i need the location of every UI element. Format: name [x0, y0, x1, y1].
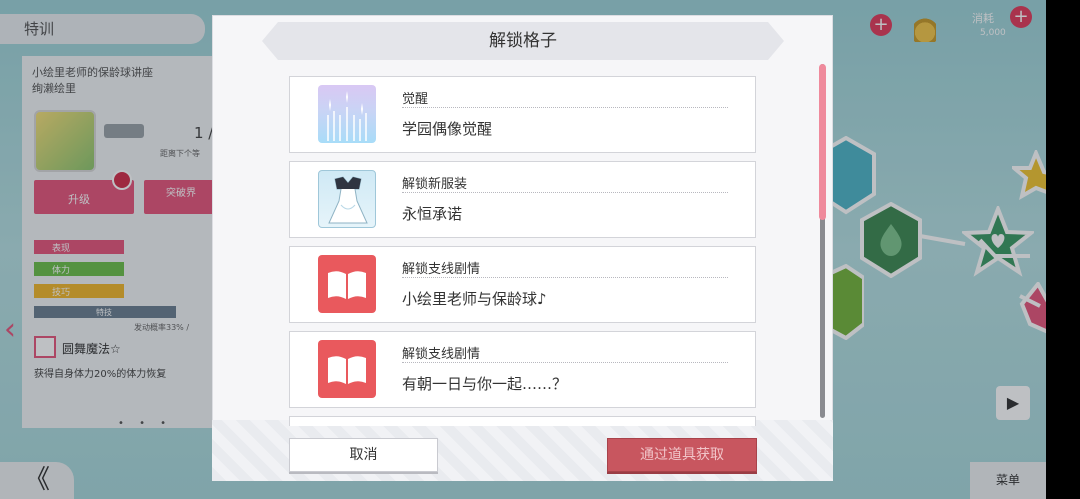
unlock-type: 解锁新服装	[402, 177, 468, 192]
scrollbar-thumb[interactable]	[819, 64, 826, 220]
unlock-name: 永恒承诺	[402, 205, 463, 223]
unlock-item: 解锁新服装 永恒承诺	[289, 161, 756, 238]
costume-dress-icon	[318, 170, 376, 228]
cancel-button[interactable]: 取消	[289, 438, 438, 472]
story-book-icon	[318, 340, 376, 398]
dialog-title: 解锁格子	[489, 31, 557, 51]
divider	[402, 362, 728, 363]
obtain-with-item-button[interactable]: 通过道具获取	[607, 438, 757, 472]
unlock-type: 解锁支线剧情	[402, 347, 481, 362]
unlock-type: 解锁支线剧情	[402, 262, 481, 277]
screen-edge	[1046, 0, 1080, 499]
unlock-type: 觉醒	[402, 92, 429, 107]
unlock-name: 学园偶像觉醒	[402, 120, 493, 138]
divider	[402, 277, 728, 278]
divider	[402, 192, 728, 193]
unlock-item: 解锁支线剧情 有朝一日与你一起……？	[289, 331, 756, 408]
unlock-name: 有朝一日与你一起……？	[402, 375, 568, 393]
divider	[402, 107, 728, 108]
unlock-item-partial	[289, 416, 756, 426]
awaken-sparkle-icon	[318, 85, 376, 143]
unlock-item: 觉醒 学园偶像觉醒	[289, 76, 756, 153]
unlock-item: 解锁支线剧情 小绘里老师与保龄球♪	[289, 246, 756, 323]
unlock-name: 小绘里老师与保龄球♪	[402, 290, 547, 308]
story-book-icon	[318, 255, 376, 313]
